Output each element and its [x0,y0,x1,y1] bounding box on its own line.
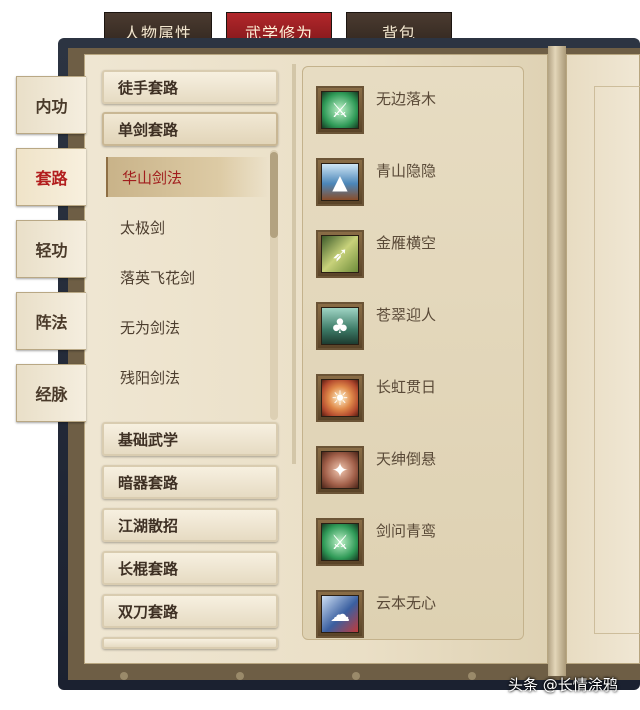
panel-divider [292,64,296,464]
skill-icon-frame: ⚔ [316,518,364,566]
category-basic-martial[interactable]: 基础武学 [102,422,278,456]
skill-item[interactable]: ✦ 天绅倒悬 [316,446,516,502]
sword-green-orb-icon: ⚔ [321,91,359,129]
rivet-icon [236,672,244,680]
book-spine [548,46,566,676]
list-item-taiji-sword[interactable]: 太极剑 [106,207,268,247]
flying-goose-icon: ➶ [321,235,359,273]
category-long-staff[interactable]: 长棍套路 [102,551,278,585]
list-item-canyang-sword[interactable]: 残阳剑法 [106,357,268,397]
skill-icon-frame: ➶ [316,230,364,278]
skill-name: 无边落木 [376,90,437,108]
skill-icon-frame: ▲ [316,158,364,206]
sword-green-orb-icon: ⚔ [321,523,359,561]
rivet-icon [120,672,128,680]
category-single-sword[interactable]: 单剑套路 [102,112,278,146]
skill-item[interactable]: ⚔ 剑问青鸾 [316,518,516,574]
skill-icon-frame: ♣ [316,302,364,350]
rivet-icon [468,672,476,680]
cloud-sword-icon: ☁ [321,595,359,633]
skill-item[interactable]: ☁ 云本无心 [316,590,516,646]
right-page-frame [594,86,640,634]
skill-name: 金雁横空 [376,234,437,252]
skill-name: 天绅倒悬 [376,450,437,468]
side-tab-jingmai[interactable]: 经脉 [16,364,86,422]
rivet-icon [352,672,360,680]
side-tab-taolu[interactable]: 套路 [16,148,86,206]
list-item-huashan-sword[interactable]: 华山剑法 [106,157,268,197]
hanging-sword-icon: ✦ [321,451,359,489]
skill-name: 长虹贯日 [376,378,437,396]
sun-rainbow-icon: ☀ [321,379,359,417]
category-jianghu-moves[interactable]: 江湖散招 [102,508,278,542]
pine-tree-icon: ♣ [321,307,359,345]
skill-icon-frame: ⚔ [316,86,364,134]
skill-name: 苍翠迎人 [376,306,437,324]
skill-name: 云本无心 [376,594,437,612]
side-tab-zhenfa[interactable]: 阵法 [16,292,86,350]
skill-icon-frame: ☀ [316,374,364,422]
skill-icon-frame: ☁ [316,590,364,638]
skill-item[interactable]: ➶ 金雁横空 [316,230,516,286]
category-unarmed[interactable]: 徒手套路 [102,70,278,104]
list-item-luoying-sword[interactable]: 落英飞花剑 [106,257,268,297]
skill-item[interactable]: ▲ 青山隐隐 [316,158,516,214]
skill-icon-frame: ✦ [316,446,364,494]
category-partial [102,637,278,649]
skill-item[interactable]: ♣ 苍翠迎人 [316,302,516,358]
list-item-wuwei-sword[interactable]: 无为剑法 [106,307,268,347]
watermark: 头条 @长情涂鸦 [508,676,618,694]
skill-item[interactable]: ⚔ 无边落木 [316,86,516,142]
side-tab-qinggong[interactable]: 轻功 [16,220,86,278]
category-dual-blades[interactable]: 双刀套路 [102,594,278,628]
skill-item[interactable]: ☀ 长虹贯日 [316,374,516,430]
category-hidden-weapons[interactable]: 暗器套路 [102,465,278,499]
skill-name: 青山隐隐 [376,162,437,180]
sword-mountain-icon: ▲ [321,163,359,201]
skill-name: 剑问青鸾 [376,522,437,540]
side-tab-neigong[interactable]: 内功 [16,76,86,134]
list-scroll-thumb[interactable] [270,152,278,238]
